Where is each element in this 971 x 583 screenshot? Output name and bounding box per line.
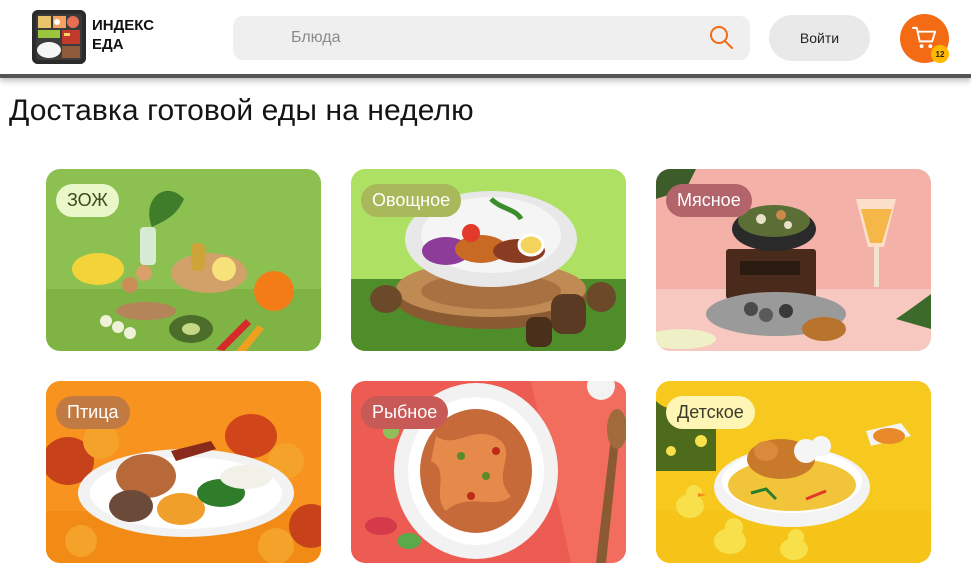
search-bar	[233, 16, 750, 60]
site-header: ИНДЕКС ЕДА Войти 12	[0, 0, 971, 78]
brand-name[interactable]: ИНДЕКС ЕДА	[92, 16, 154, 54]
brand-line-1: ИНДЕКС	[92, 17, 155, 34]
category-card-kids[interactable]: Детское	[656, 381, 931, 563]
login-button[interactable]: Войти	[769, 15, 870, 61]
category-label: Птица	[56, 396, 130, 429]
category-card-fish[interactable]: Рыбное	[351, 381, 626, 563]
category-label: ЗОЖ	[56, 184, 119, 217]
page-title: Доставка готовой еды на неделю	[9, 94, 474, 127]
category-card-healthy[interactable]: ЗОЖ	[46, 169, 321, 351]
category-card-poultry[interactable]: Птица	[46, 381, 321, 563]
category-card-vegetable[interactable]: Овощное	[351, 169, 626, 351]
category-label: Овощное	[361, 184, 462, 217]
search-input[interactable]	[291, 16, 691, 60]
cart-count-badge: 12	[931, 45, 949, 63]
brand-line-2: ЕДА	[92, 36, 124, 53]
search-icon[interactable]	[708, 24, 734, 50]
category-label: Рыбное	[361, 396, 449, 429]
logo-icon[interactable]	[32, 10, 86, 64]
category-card-meat[interactable]: Мясное	[656, 169, 931, 351]
category-label: Детское	[666, 396, 755, 429]
category-label: Мясное	[666, 184, 752, 217]
